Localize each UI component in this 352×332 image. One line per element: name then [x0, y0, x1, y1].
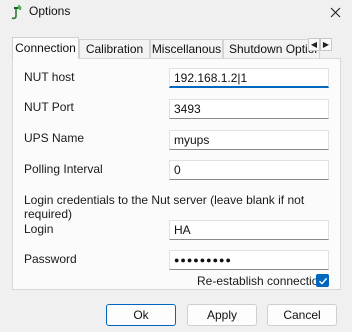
leaf-plug-icon	[11, 5, 22, 20]
polling-interval-input[interactable]	[169, 160, 329, 180]
checkmark-icon	[318, 277, 327, 285]
arrow-right-icon: ▶	[322, 40, 330, 49]
tab-shutdown-options[interactable]: Shutdown Options	[223, 39, 320, 58]
close-button[interactable]	[318, 0, 352, 24]
ok-button[interactable]: Ok	[106, 304, 176, 326]
nut-port-label: NUT Port	[24, 100, 74, 114]
nut-host-input[interactable]	[169, 68, 329, 88]
password-label: Password	[24, 252, 77, 266]
apply-button[interactable]: Apply	[187, 304, 257, 326]
tab-bar: Connection Calibration Miscellanous Shut…	[12, 37, 332, 59]
tab-connection[interactable]: Connection	[12, 37, 79, 59]
nut-port-input[interactable]	[169, 99, 329, 119]
ups-name-input[interactable]	[169, 130, 329, 150]
login-label: Login	[24, 222, 54, 236]
nut-host-label: NUT host	[24, 70, 75, 84]
title-bar: Options	[0, 0, 352, 24]
polling-interval-label: Polling Interval	[24, 162, 103, 176]
window-title: Options	[29, 4, 71, 18]
tab-scroll-right-button[interactable]: ▶	[320, 38, 332, 51]
tab-calibration[interactable]: Calibration	[79, 39, 150, 58]
arrow-left-icon: ◀	[310, 40, 318, 49]
reestablish-connection-label: Re-establish connection	[197, 274, 326, 288]
close-icon	[330, 7, 340, 17]
tab-scroll-left-button[interactable]: ◀	[308, 38, 320, 51]
reestablish-connection-checkbox[interactable]	[316, 274, 329, 287]
login-input[interactable]	[169, 220, 329, 240]
tab-miscellanous[interactable]: Miscellanous	[150, 39, 223, 58]
ups-name-label: UPS Name	[24, 131, 85, 145]
password-input[interactable]	[169, 250, 329, 270]
cancel-button[interactable]: Cancel	[267, 304, 337, 326]
login-credentials-note: Login credentials to the Nut server (lea…	[24, 193, 305, 221]
